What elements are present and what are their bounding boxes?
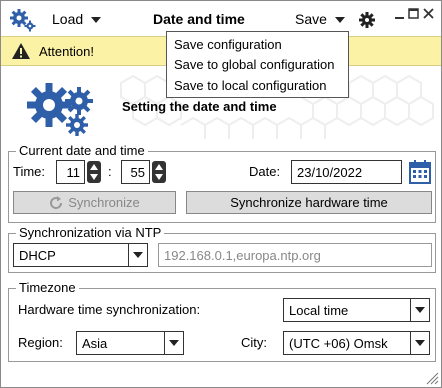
gear-icon[interactable] <box>359 12 375 31</box>
date-label: Date: <box>249 164 281 179</box>
city-label: City: <box>241 335 267 350</box>
region-select[interactable]: Asia <box>76 331 184 355</box>
menu-item-save-local-configuration[interactable]: Save to local configuration <box>174 78 326 93</box>
current-datetime-legend: Current date and time <box>16 143 148 158</box>
synchronize-label: Synchronize <box>68 195 140 210</box>
minutes-input[interactable]: 55 <box>121 160 150 184</box>
save-label: Save <box>295 11 327 27</box>
app-window: Load Date and time Save Attention! Save … <box>0 0 442 388</box>
minimize-icon[interactable] <box>395 8 405 22</box>
city-value: (UTC +06) Omsk <box>289 335 388 351</box>
calendar-icon[interactable] <box>409 160 431 187</box>
page-heading: Setting the date and time <box>122 99 277 114</box>
date-input[interactable]: 23/10/2022 <box>291 160 402 184</box>
settings-gears-large-icon <box>27 79 99 142</box>
sync-hardware-time-label: Synchronize hardware time <box>230 195 388 210</box>
minutes-value: 55 <box>130 164 145 180</box>
ntp-mode-value: DHCP <box>19 247 56 263</box>
attention-text: Attention! <box>39 44 94 59</box>
ntp-mode-select[interactable]: DHCP <box>13 243 148 267</box>
time-separator: : <box>108 164 112 179</box>
maximize-icon[interactable] <box>408 8 419 22</box>
load-label: Load <box>52 11 84 27</box>
minutes-stepper[interactable] <box>152 161 166 183</box>
ntp-legend: Synchronization via NTP <box>16 225 165 240</box>
chevron-down-icon <box>334 17 345 24</box>
time-label: Time: <box>13 164 46 179</box>
hours-stepper[interactable] <box>87 161 101 183</box>
region-label: Region: <box>18 335 63 350</box>
chevron-down-icon <box>410 331 430 355</box>
window-title: Date and time <box>153 11 245 27</box>
resize-grip-icon[interactable] <box>425 371 439 388</box>
chevron-down-icon <box>128 243 148 267</box>
hours-value: 11 <box>66 164 81 180</box>
chevron-down-icon <box>164 331 184 355</box>
hw-sync-select[interactable]: Local time <box>283 298 430 322</box>
save-dropdown-menu: Save configuration Save to global config… <box>166 31 349 98</box>
close-icon[interactable] <box>423 8 434 22</box>
city-select[interactable]: (UTC +06) Omsk <box>283 331 430 355</box>
menu-item-save-configuration[interactable]: Save configuration <box>174 37 282 52</box>
hours-input[interactable]: 11 <box>56 160 85 184</box>
ntp-servers-input[interactable]: 192.168.0.1,europa.ntp.org <box>158 243 432 267</box>
settings-gears-icon[interactable] <box>10 8 36 35</box>
hw-sync-value: Local time <box>289 302 349 318</box>
region-value: Asia <box>82 335 108 351</box>
timezone-legend: Timezone <box>16 280 79 295</box>
refresh-icon <box>49 195 63 210</box>
date-value: 23/10/2022 <box>297 164 363 180</box>
synchronize-button[interactable]: Synchronize <box>13 191 176 214</box>
load-menu-button[interactable]: Load <box>52 11 102 27</box>
ntp-servers-value: 192.168.0.1,europa.ntp.org <box>164 247 321 263</box>
menu-item-save-global-configuration[interactable]: Save to global configuration <box>174 57 334 72</box>
sync-hardware-time-button[interactable]: Synchronize hardware time <box>186 191 432 214</box>
save-menu-button[interactable]: Save <box>295 11 345 27</box>
chevron-down-icon <box>91 17 102 24</box>
warning-icon <box>11 42 31 63</box>
hw-sync-label: Hardware time synchronization: <box>18 302 201 317</box>
chevron-down-icon <box>410 298 430 322</box>
